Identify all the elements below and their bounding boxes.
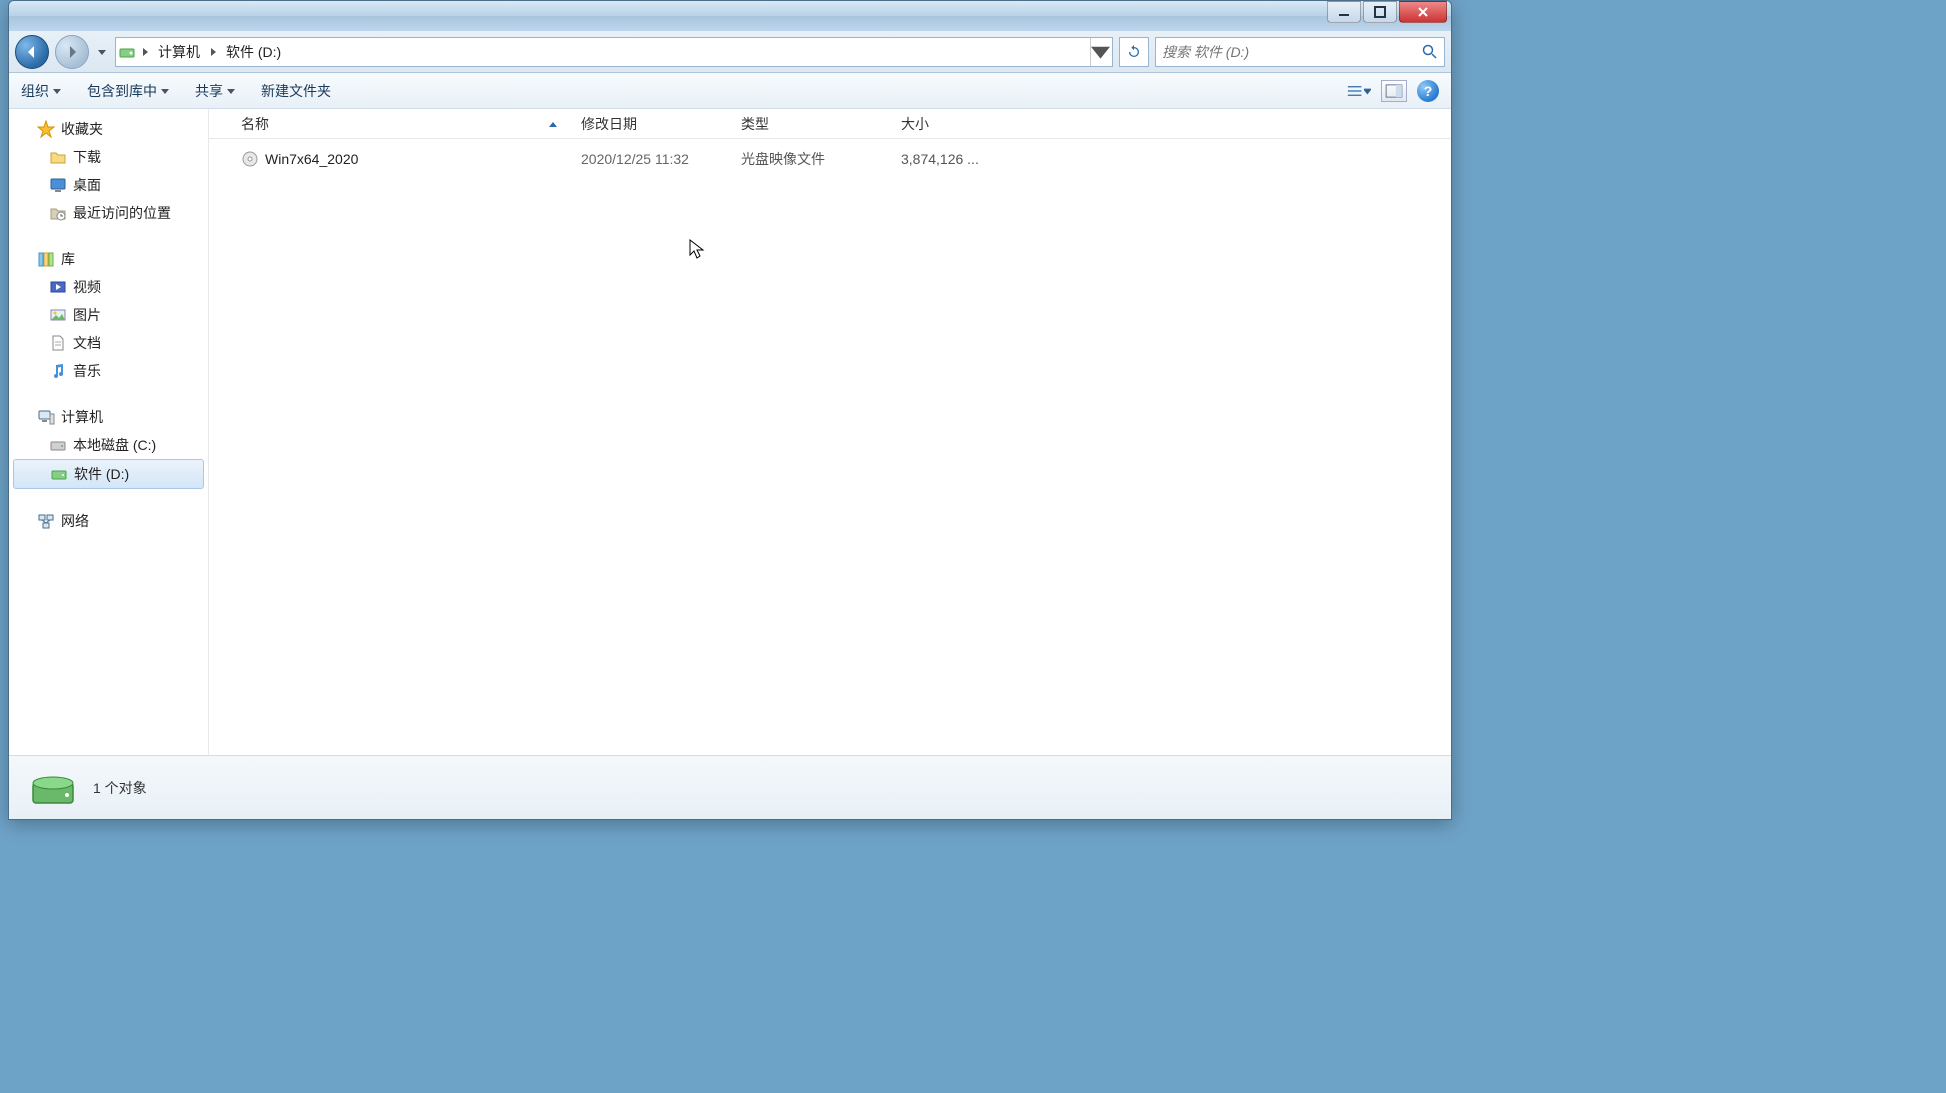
sidebar-favorites[interactable]: 收藏夹 bbox=[9, 115, 208, 143]
minimize-button[interactable] bbox=[1327, 1, 1361, 23]
refresh-button[interactable] bbox=[1119, 37, 1149, 67]
sidebar-item-label: 音乐 bbox=[73, 361, 101, 381]
file-list-area[interactable]: 名称 修改日期 类型 大小 Win7x64_2020 bbox=[209, 109, 1451, 755]
explorer-body: 收藏夹 下载 桌面 最近访问的位置 库 bbox=[9, 109, 1451, 755]
chevron-right-icon[interactable] bbox=[140, 48, 150, 56]
column-type-label: 类型 bbox=[741, 114, 769, 134]
status-bar: 1 个对象 bbox=[9, 755, 1451, 819]
pictures-icon bbox=[49, 306, 67, 324]
sidebar-item-videos[interactable]: 视频 bbox=[9, 273, 208, 301]
sort-asc-icon bbox=[549, 116, 557, 132]
sidebar-item-music[interactable]: 音乐 bbox=[9, 357, 208, 385]
include-label: 包含到库中 bbox=[87, 81, 157, 101]
chevron-right-icon[interactable] bbox=[208, 48, 218, 56]
nav-history-dropdown[interactable] bbox=[95, 35, 109, 69]
share-label: 共享 bbox=[195, 81, 223, 101]
folder-icon bbox=[49, 148, 67, 166]
iso-file-icon bbox=[241, 150, 259, 168]
library-icon bbox=[37, 250, 55, 268]
sidebar-item-label: 桌面 bbox=[73, 175, 101, 195]
star-icon bbox=[37, 120, 55, 138]
file-type: 光盘映像文件 bbox=[729, 149, 889, 169]
music-icon bbox=[49, 362, 67, 380]
new-folder-button[interactable]: 新建文件夹 bbox=[261, 81, 331, 101]
share-menu[interactable]: 共享 bbox=[195, 81, 235, 101]
sidebar-item-label: 图片 bbox=[73, 305, 101, 325]
address-dropdown[interactable] bbox=[1090, 38, 1110, 66]
column-headers: 名称 修改日期 类型 大小 bbox=[209, 109, 1451, 139]
titlebar[interactable] bbox=[9, 1, 1451, 31]
breadcrumb-computer[interactable]: 计算机 bbox=[154, 42, 204, 62]
column-size[interactable]: 大小 bbox=[889, 109, 1009, 138]
document-icon bbox=[49, 334, 67, 352]
sidebar-item-pictures[interactable]: 图片 bbox=[9, 301, 208, 329]
sidebar-item-label: 文档 bbox=[73, 333, 101, 353]
include-library-menu[interactable]: 包含到库中 bbox=[87, 81, 169, 101]
sidebar-item-downloads[interactable]: 下载 bbox=[9, 143, 208, 171]
back-button[interactable] bbox=[15, 35, 49, 69]
window-controls bbox=[1327, 1, 1447, 23]
sidebar-item-recent[interactable]: 最近访问的位置 bbox=[9, 199, 208, 227]
desktop-icon bbox=[49, 176, 67, 194]
column-name[interactable]: 名称 bbox=[229, 109, 569, 138]
recent-icon bbox=[49, 204, 67, 222]
sidebar-item-label: 本地磁盘 (C:) bbox=[73, 435, 156, 455]
search-icon bbox=[1422, 44, 1438, 60]
toolbar: 组织 包含到库中 共享 新建文件夹 ? bbox=[9, 73, 1451, 109]
column-name-label: 名称 bbox=[241, 114, 269, 134]
sidebar-libraries-label: 库 bbox=[61, 249, 75, 269]
explorer-window: 计算机 软件 (D:) 组织 包含到库中 共享 新建文件夹 bbox=[8, 0, 1452, 820]
sidebar-item-label: 视频 bbox=[73, 277, 101, 297]
maximize-button[interactable] bbox=[1363, 1, 1397, 23]
organize-label: 组织 bbox=[21, 81, 49, 101]
file-date: 2020/12/25 11:32 bbox=[569, 151, 729, 167]
sidebar-item-label: 最近访问的位置 bbox=[73, 203, 171, 223]
sidebar-item-label: 软件 (D:) bbox=[74, 464, 129, 484]
sidebar-libraries[interactable]: 库 bbox=[9, 245, 208, 273]
organize-menu[interactable]: 组织 bbox=[21, 81, 61, 101]
sidebar-network-label: 网络 bbox=[61, 511, 89, 531]
address-bar: 计算机 软件 (D:) bbox=[9, 31, 1451, 73]
network-icon bbox=[37, 512, 55, 530]
column-size-label: 大小 bbox=[901, 114, 929, 134]
search-box[interactable] bbox=[1155, 37, 1445, 67]
view-options-button[interactable] bbox=[1347, 79, 1371, 103]
sidebar-network[interactable]: 网络 bbox=[9, 507, 208, 535]
search-input[interactable] bbox=[1162, 44, 1422, 60]
breadcrumb-drive[interactable]: 软件 (D:) bbox=[222, 42, 285, 62]
close-button[interactable] bbox=[1399, 1, 1447, 23]
file-list[interactable]: Win7x64_2020 2020/12/25 11:32 光盘映像文件 3,8… bbox=[209, 139, 1451, 755]
drive-icon bbox=[118, 43, 136, 61]
sidebar-item-documents[interactable]: 文档 bbox=[9, 329, 208, 357]
drive-large-icon bbox=[27, 765, 79, 811]
sidebar-item-drive-d[interactable]: 软件 (D:) bbox=[13, 459, 204, 489]
column-type[interactable]: 类型 bbox=[729, 109, 889, 138]
file-size: 3,874,126 ... bbox=[889, 151, 1009, 167]
sidebar-item-label: 下载 bbox=[73, 147, 101, 167]
preview-pane-button[interactable] bbox=[1381, 80, 1407, 102]
video-icon bbox=[49, 278, 67, 296]
computer-icon bbox=[37, 408, 55, 426]
sidebar-computer-label: 计算机 bbox=[61, 407, 103, 427]
navigation-pane[interactable]: 收藏夹 下载 桌面 最近访问的位置 库 bbox=[9, 109, 209, 755]
sidebar-computer[interactable]: 计算机 bbox=[9, 403, 208, 431]
drive-icon bbox=[49, 436, 67, 454]
file-row[interactable]: Win7x64_2020 2020/12/25 11:32 光盘映像文件 3,8… bbox=[209, 145, 1451, 173]
drive-icon bbox=[50, 465, 68, 483]
newfolder-label: 新建文件夹 bbox=[261, 81, 331, 101]
forward-button[interactable] bbox=[55, 35, 89, 69]
breadcrumb-box[interactable]: 计算机 软件 (D:) bbox=[115, 37, 1113, 67]
file-name: Win7x64_2020 bbox=[265, 151, 358, 167]
status-text: 1 个对象 bbox=[93, 778, 147, 798]
column-date[interactable]: 修改日期 bbox=[569, 109, 729, 138]
sidebar-item-desktop[interactable]: 桌面 bbox=[9, 171, 208, 199]
column-date-label: 修改日期 bbox=[581, 114, 637, 134]
sidebar-item-drive-c[interactable]: 本地磁盘 (C:) bbox=[9, 431, 208, 459]
sidebar-favorites-label: 收藏夹 bbox=[61, 119, 103, 139]
help-button[interactable]: ? bbox=[1417, 80, 1439, 102]
